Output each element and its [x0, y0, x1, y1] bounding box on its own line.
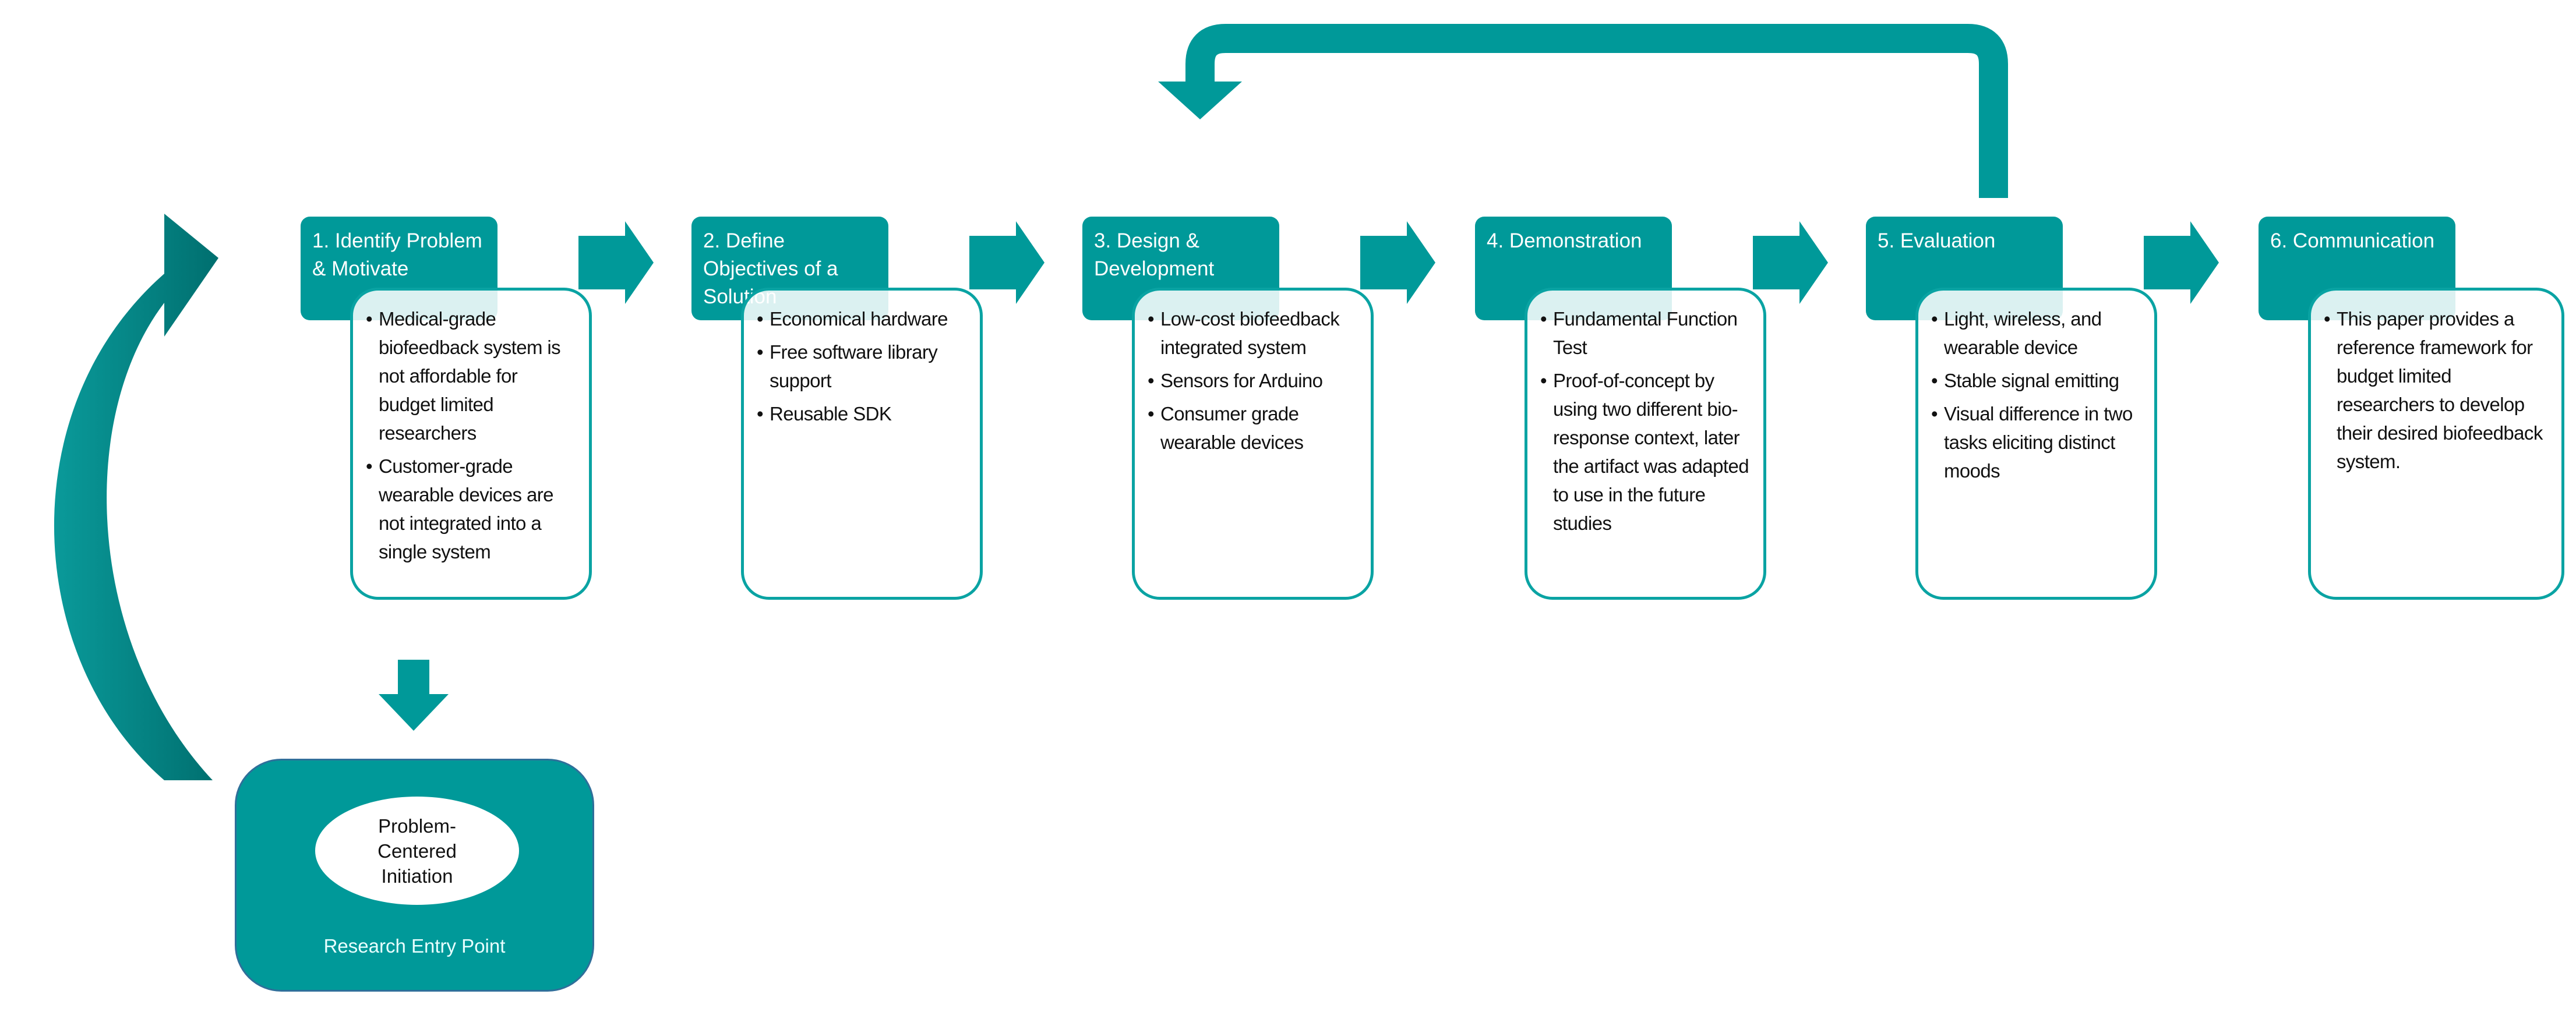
bullet-item: Light, wireless, and wearable device: [1931, 305, 2144, 362]
bullet-item: Low-cost biofeedback integrated system: [1148, 305, 1360, 362]
step-details: Economical hardware Free software library…: [741, 288, 983, 600]
dsrm-process-diagram: 1. Identify Problem & MotivateMedical-gr…: [0, 0, 2576, 1019]
step-bullet-list: Low-cost biofeedback integrated system Se…: [1148, 305, 1360, 457]
step-bullet-list: Economical hardware Free software library…: [757, 305, 969, 428]
step-bullet-list: This paper provides a reference framewor…: [2324, 305, 2551, 476]
bullet-item: Economical hardware: [757, 305, 969, 333]
step-details: Light, wireless, and wearable device Stab…: [1915, 288, 2157, 600]
curved-entry-arrow-icon: [54, 214, 218, 780]
bullet-item: Fundamental Function Test: [1540, 305, 1753, 362]
bullet-item: Stable signal emitting: [1931, 366, 2144, 395]
entry-label: Research Entry Point: [323, 935, 506, 957]
step-5: 5. EvaluationLight, wireless, and wearab…: [1866, 217, 2309, 624]
step-details: Low-cost biofeedback integrated system Se…: [1132, 288, 1374, 600]
step-details: Fundamental Function TestProof-of-concep…: [1525, 288, 1766, 600]
step-bullet-list: Light, wireless, and wearable device Stab…: [1931, 305, 2144, 485]
bullet-item: Medical-grade biofeedback system is not …: [366, 305, 578, 447]
bullet-item: Visual difference in two tasks eliciting…: [1931, 399, 2144, 485]
step-bullet-list: Medical-grade biofeedback system is not …: [366, 305, 578, 566]
entry-ellipse-text: Problem-Centered Initiation: [377, 815, 457, 887]
step-1: 1. Identify Problem & MotivateMedical-gr…: [301, 217, 743, 624]
step-4: 4. DemonstrationFundamental Function Tes…: [1475, 217, 1918, 624]
step-details: This paper provides a reference framewor…: [2308, 288, 2564, 600]
bullet-item: Sensors for Arduino: [1148, 366, 1360, 395]
problem-centered-initiation-ellipse: Problem-Centered Initiation: [315, 797, 519, 905]
bullet-item: Reusable SDK: [757, 399, 969, 428]
step-2: 2. Define Objectives of a SolutionEconom…: [691, 217, 1134, 624]
step-6: 6. CommunicationThis paper provides a re…: [2259, 217, 2576, 624]
bullet-item: Proof-of-concept by using two different …: [1540, 366, 1753, 537]
research-entry-point-box: Problem-Centered Initiation Research Ent…: [235, 759, 594, 992]
step-bullet-list: Fundamental Function TestProof-of-concep…: [1540, 305, 1753, 537]
step-details: Medical-grade biofeedback system is not …: [350, 288, 592, 600]
bullet-item: This paper provides a reference framewor…: [2324, 305, 2551, 476]
down-arrow-icon: [379, 660, 449, 731]
step-3: 3. Design & DevelopmentLow-cost biofeedb…: [1082, 217, 1525, 624]
bullet-item: Free software library support: [757, 338, 969, 395]
bullet-item: Consumer grade wearable devices: [1148, 399, 1360, 457]
iteration-loop-arrow-icon: [1158, 24, 2008, 198]
bullet-item: Customer-grade wearable devices are not …: [366, 452, 578, 566]
